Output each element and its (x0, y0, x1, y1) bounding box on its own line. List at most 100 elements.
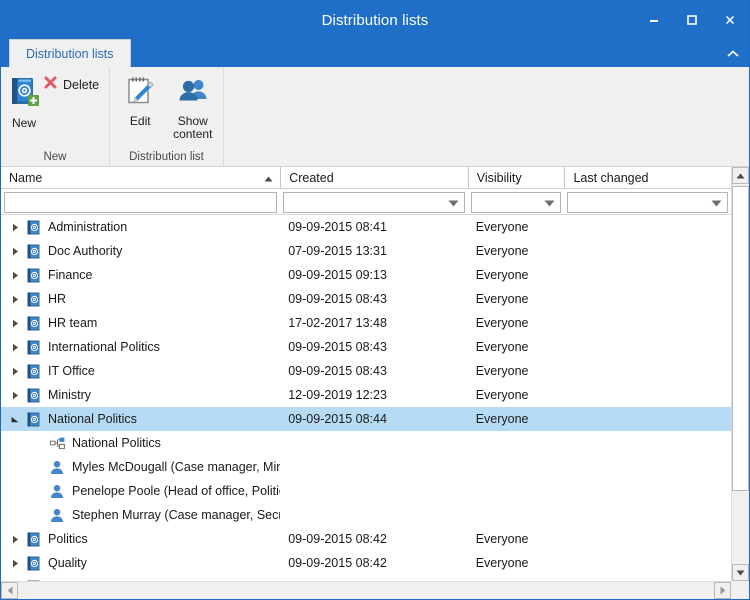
maximize-button[interactable] (673, 5, 711, 35)
column-header-visibility[interactable]: Visibility (467, 167, 565, 189)
scroll-left-button[interactable] (1, 582, 18, 599)
grid-child-row[interactable]: Myles McDougall (Case manager, Min... (1, 455, 731, 479)
row-name-label: Administration (48, 220, 128, 234)
expander-collapsed-icon[interactable] (7, 311, 23, 335)
show-content-button[interactable]: Show content (169, 71, 218, 141)
filter-dropdown-last-changed[interactable] (567, 192, 728, 213)
grid-row[interactable]: Doc Authority 07-09-2015 13:31 Everyone (1, 239, 731, 263)
expander-collapsed-icon[interactable] (7, 215, 23, 239)
delete-button[interactable]: Delete (41, 71, 105, 99)
cell-name: Stephen Murray (Case manager, Secre... (1, 503, 280, 527)
minimize-button[interactable] (635, 5, 673, 35)
grid-row[interactable]: HR 09-09-2015 08:43 Everyone (1, 287, 731, 311)
grid-child-row[interactable]: Penelope Poole (Head of office, Politics… (1, 479, 731, 503)
grid-child-row[interactable]: National Politics (1, 431, 731, 455)
row-name-label: National Politics (72, 436, 161, 450)
distribution-list-icon (26, 340, 41, 355)
row-icon-wrapper (23, 551, 43, 575)
row-name-label: National Politics (48, 412, 137, 426)
cell-name: Quality (1, 551, 280, 575)
filter-input-name[interactable] (4, 192, 278, 213)
row-name-label: Myles McDougall (Case manager, Min... (72, 460, 281, 474)
row-name-label: Penelope Poole (Head of office, Politics… (72, 484, 281, 498)
ribbon-group-divider (223, 67, 252, 167)
expander-collapsed-icon[interactable] (7, 239, 23, 263)
row-icon-wrapper (47, 431, 67, 455)
dropdown-arrow-icon (448, 194, 459, 212)
cell-created: 09-09-2015 08:43 (288, 364, 387, 378)
cell-visibility: Everyone (475, 340, 529, 354)
row-name-label: IT Office (48, 364, 95, 378)
cell-last-changed (564, 359, 731, 383)
expander-collapsed-icon[interactable] (7, 359, 23, 383)
scrollbar-corner (731, 581, 749, 599)
cell-name: Penelope Poole (Head of office, Politics… (1, 479, 280, 503)
expander-collapsed-icon[interactable] (7, 287, 23, 311)
column-header-name[interactable]: Name (1, 167, 280, 189)
row-name-label: Doc Authority (48, 244, 123, 258)
grid-rows: Administration 09-09-2015 08:41 Everyone Do… (1, 215, 731, 581)
grid-row[interactable]: International Politics 09-09-2015 08:43 Ev… (1, 335, 731, 359)
new-button[interactable]: New (7, 71, 41, 130)
grid-row[interactable]: Administration 09-09-2015 08:41 Everyone (1, 215, 731, 239)
grid-row[interactable]: Finance 09-09-2015 09:13 Everyone (1, 263, 731, 287)
grid-viewport: Name Created Visibility Last changed Adm… (1, 167, 731, 581)
scroll-right-button[interactable] (714, 582, 731, 599)
horizontal-scrollbar[interactable] (1, 581, 731, 599)
cell-visibility: Everyone (475, 268, 529, 282)
distribution-list-icon (26, 412, 41, 427)
vertical-scrollbar[interactable] (731, 167, 749, 581)
expander-collapsed-icon[interactable] (7, 527, 23, 551)
cell-created: 09-09-2015 08:44 (288, 412, 387, 426)
cell-created (280, 479, 467, 503)
cell-name: IT Office (1, 359, 280, 383)
grid-row[interactable]: National Politics 09-09-2015 08:44 Everyon… (1, 407, 731, 431)
cell-visibility: Everyone (475, 412, 529, 426)
scroll-up-button[interactable] (732, 167, 749, 184)
cell-visibility: Everyone (475, 244, 529, 258)
person-icon (50, 460, 64, 475)
ribbon-collapse-button[interactable] (723, 44, 743, 64)
distribution-list-icon (26, 364, 41, 379)
expander-expanded-icon[interactable] (7, 407, 23, 431)
column-header-created[interactable]: Created (280, 167, 467, 189)
close-button[interactable] (711, 5, 749, 35)
row-icon-wrapper (23, 383, 43, 407)
tab-distribution-lists[interactable]: Distribution lists (9, 39, 131, 67)
row-icon-wrapper (23, 239, 43, 263)
cell-last-changed (564, 503, 731, 527)
cell-name: Politics (1, 527, 280, 551)
scroll-down-button[interactable] (732, 564, 749, 581)
cell-last-changed (564, 527, 731, 551)
filter-dropdown-visibility[interactable] (470, 192, 562, 213)
column-header-visibility-label: Visibility (476, 170, 522, 185)
column-header-last-changed[interactable]: Last changed (564, 167, 731, 189)
ribbon-group-new-label: New (43, 151, 67, 163)
grid-row[interactable]: IT Office 09-09-2015 08:43 Everyone (1, 359, 731, 383)
distribution-lists-window: Distribution lists Distribution lists Ne… (0, 0, 750, 600)
row-icon-wrapper (23, 359, 43, 383)
vertical-scrollbar-thumb[interactable] (732, 186, 749, 491)
edit-button[interactable]: Edit (116, 71, 165, 128)
row-icon-wrapper (23, 335, 43, 359)
expander-collapsed-icon[interactable] (7, 383, 23, 407)
filter-cell-last-changed (564, 190, 731, 216)
filter-cell-name (1, 190, 280, 216)
grid-child-row[interactable]: Stephen Murray (Case manager, Secre... (1, 503, 731, 527)
grid-filter-row (1, 189, 731, 215)
filter-dropdown-created[interactable] (283, 192, 465, 213)
row-icon-wrapper (47, 503, 67, 527)
expander-collapsed-icon[interactable] (7, 263, 23, 287)
edit-pencil-icon (124, 75, 156, 112)
expander-collapsed-icon[interactable] (7, 551, 23, 575)
expander-collapsed-icon[interactable] (7, 335, 23, 359)
cell-created: 09-09-2015 08:42 (288, 556, 387, 570)
grid-row[interactable]: HR team 17-02-2017 13:48 Everyone (1, 311, 731, 335)
grid-row[interactable]: Ministry 12-09-2019 12:23 Everyone (1, 383, 731, 407)
cell-last-changed (564, 287, 731, 311)
cell-name: National Politics (1, 431, 280, 455)
grid-row[interactable]: Quality 09-09-2015 08:42 Everyone (1, 551, 731, 575)
cell-visibility: Everyone (475, 220, 529, 234)
grid-area: Name Created Visibility Last changed Adm… (1, 167, 749, 599)
grid-row[interactable]: Politics 09-09-2015 08:42 Everyone (1, 527, 731, 551)
